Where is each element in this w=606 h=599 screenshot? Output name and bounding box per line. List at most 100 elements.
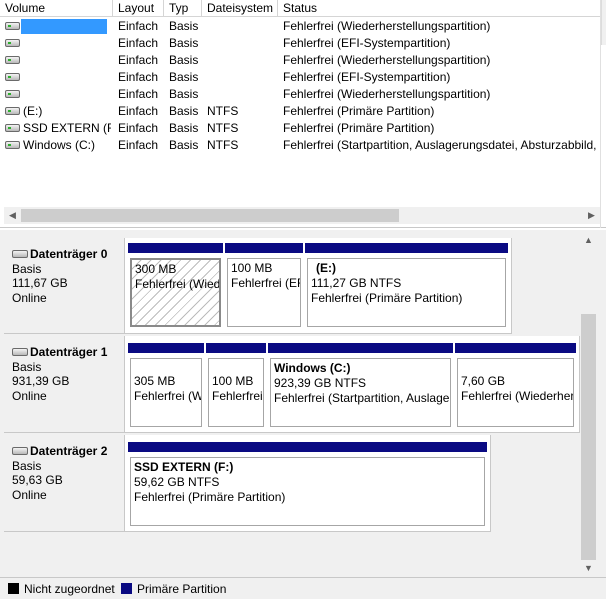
partition-bar	[127, 441, 488, 453]
cell-status: Fehlerfrei (Wiederherstellungspartition)	[283, 87, 491, 101]
volume-list: Volume Layout Typ Dateisystem Status Ein…	[0, 0, 606, 228]
legend-item-unallocated: Nicht zugeordnet	[8, 582, 115, 596]
partition-windows-c[interactable]: Windows (C:) 923,39 GB NTFS Fehlerfrei (…	[267, 342, 454, 430]
cell-layout: Einfach	[118, 36, 159, 50]
cell-status: Fehlerfrei (Primäre Partition)	[283, 104, 435, 118]
cell-layout: Einfach	[118, 87, 159, 101]
cell-volume: SSD EXTERN (F:)	[23, 121, 111, 135]
table-row[interactable]: Einfach Basis Fehlerfrei (EFI-Systempartit…	[0, 35, 600, 52]
drive-icon	[5, 141, 20, 149]
partition-recovery[interactable]: 305 MB Fehlerfrei (Wiederherstellungspar…	[127, 342, 205, 430]
disk-view: Datenträger 0 Basis 111,67 GB Online 300…	[0, 230, 606, 577]
partition-recovery-2[interactable]: 7,60 GB Fehlerfrei (Wiederherstellungspa…	[454, 342, 577, 430]
arrow-left-icon[interactable]: ◀	[4, 207, 21, 224]
arrow-up-icon[interactable]: ▲	[580, 232, 597, 249]
disk-type: Basis	[12, 359, 42, 374]
drive-icon	[5, 39, 20, 47]
drive-icon	[5, 22, 20, 30]
partition-status: Fehlerfrei (Primäre Partition)	[134, 490, 286, 504]
disk-name: Datenträger 0	[30, 247, 108, 261]
partition-status: Fehlerfrei (Primäre Partition)	[311, 291, 463, 305]
cell-dateisystem	[207, 18, 277, 35]
legend-label: Nicht zugeordnet	[24, 582, 115, 596]
disk-1-label[interactable]: Datenträger 1 Basis 931,39 GB Online	[4, 336, 125, 433]
column-header-dateisystem[interactable]: Dateisystem	[202, 0, 278, 17]
partition-status: Fehlerfrei (EFI-Systempartition)	[231, 276, 300, 290]
table-row[interactable]: Einfach Basis Fehlerfrei (Wiederherstellun…	[0, 18, 600, 35]
legend-label: Primäre Partition	[137, 582, 227, 596]
legend: Nicht zugeordnet Primäre Partition	[0, 577, 606, 599]
cell-typ: Basis	[169, 104, 199, 118]
disk-icon	[12, 250, 28, 258]
disk-0-label[interactable]: Datenträger 0 Basis 111,67 GB Online	[4, 238, 125, 334]
cell-dateisystem	[207, 69, 277, 86]
table-row[interactable]: Windows (C:) Einfach Basis NTFS Fehlerfrei (…	[0, 137, 600, 154]
partition-size: 300 MB	[135, 262, 177, 276]
disk-icon	[12, 348, 28, 356]
cell-dateisystem: NTFS	[207, 121, 239, 135]
partition-bar	[127, 342, 205, 354]
partition-size: 59,62 GB NTFS	[134, 475, 220, 489]
scrollbar-thumb[interactable]	[581, 314, 596, 560]
cell-volume	[23, 18, 111, 35]
column-header-status[interactable]: Status	[278, 0, 600, 17]
arrow-right-icon[interactable]: ▶	[583, 207, 600, 224]
table-row[interactable]: Einfach Basis Fehlerfrei (Wiederherstellun…	[0, 52, 600, 69]
partition-efi[interactable]: 100 MB Fehlerfrei (EFI-Systempartition)	[224, 242, 304, 330]
partition-e[interactable]: (E:) 111,27 GB NTFS Fehlerfrei (Primäre …	[304, 242, 509, 330]
cell-layout: Einfach	[118, 138, 159, 152]
cell-volume	[23, 52, 111, 69]
disk-2-label[interactable]: Datenträger 2 Basis 59,63 GB Online	[4, 435, 125, 532]
cell-status: Fehlerfrei (Wiederherstellungspartition)	[283, 19, 491, 33]
partition-bar	[205, 342, 267, 354]
disk-2-partitions: SSD EXTERN (F:) 59,62 GB NTFS Fehlerfrei…	[125, 435, 491, 532]
partition-bar	[454, 342, 577, 354]
cell-dateisystem: NTFS	[207, 138, 239, 152]
cell-typ: Basis	[169, 53, 199, 67]
disk-name: Datenträger 2	[30, 444, 108, 458]
column-header-volume[interactable]: Volume	[0, 0, 113, 17]
cell-typ: Basis	[169, 19, 199, 33]
partition-bar	[304, 242, 509, 254]
horizontal-scrollbar[interactable]: ◀ ▶	[4, 207, 600, 224]
drive-icon	[5, 73, 20, 81]
legend-item-primary: Primäre Partition	[121, 582, 226, 596]
disk-type: Basis	[12, 261, 42, 276]
scrollbar-thumb[interactable]	[21, 209, 399, 222]
cell-dateisystem	[207, 52, 277, 69]
disk-state: Online	[12, 487, 47, 502]
table-row[interactable]: SSD EXTERN (F:) Einfach Basis NTFS Fehlerfre…	[0, 120, 600, 137]
partition-ssd-extern-f[interactable]: SSD EXTERN (F:) 59,62 GB NTFS Fehlerfrei…	[127, 441, 488, 529]
arrow-down-icon[interactable]: ▼	[580, 560, 597, 577]
partition-size: 923,39 GB NTFS	[274, 376, 367, 390]
disk-name: Datenträger 1	[30, 345, 108, 359]
partition-status: Fehlerfrei (Wiederherstellungspartition)	[461, 389, 574, 403]
cell-layout: Einfach	[118, 70, 159, 84]
cell-typ: Basis	[169, 36, 199, 50]
partition-bar	[127, 242, 224, 254]
legend-swatch	[121, 583, 132, 594]
partition-efi[interactable]: 100 MB Fehlerfrei (EFI-Systempartition)	[205, 342, 267, 430]
disk-1-partitions: 305 MB Fehlerfrei (Wiederherstellungspar…	[125, 336, 580, 433]
cell-status: Fehlerfrei (Primäre Partition)	[283, 121, 435, 135]
table-row[interactable]: Einfach Basis Fehlerfrei (EFI-Systempartit…	[0, 69, 600, 86]
drive-icon	[5, 107, 20, 115]
column-header-layout[interactable]: Layout	[113, 0, 164, 17]
table-row[interactable]: Einfach Basis Fehlerfrei (Wiederherstellun…	[0, 86, 600, 103]
cell-typ: Basis	[169, 121, 199, 135]
cell-volume	[23, 35, 111, 52]
legend-swatch	[8, 583, 19, 594]
cell-typ: Basis	[169, 87, 199, 101]
column-header-typ[interactable]: Typ	[164, 0, 202, 17]
cell-layout: Einfach	[118, 19, 159, 33]
cell-volume	[23, 69, 111, 86]
drive-icon	[5, 90, 20, 98]
cell-dateisystem: NTFS	[207, 104, 239, 118]
partition-recovery[interactable]: 300 MB Fehlerfrei (Wiederherstellungspar…	[127, 242, 224, 330]
table-row[interactable]: (E:) Einfach Basis NTFS Fehlerfrei (Primäre …	[0, 103, 600, 120]
cell-typ: Basis	[169, 70, 199, 84]
vertical-scrollbar-top[interactable]	[601, 0, 606, 45]
cell-volume	[23, 86, 111, 103]
vertical-scrollbar[interactable]: ▲ ▼	[580, 232, 597, 577]
disk-size: 59,63 GB	[12, 473, 63, 487]
